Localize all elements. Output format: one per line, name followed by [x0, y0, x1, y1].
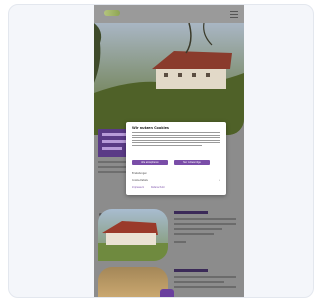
privacy-link[interactable]: Datenschutz: [151, 186, 165, 189]
reject-button[interactable]: Nur notwendige: [174, 160, 210, 165]
settings-label: Einstellungen: [132, 172, 147, 175]
accept-all-button[interactable]: Alle akzeptieren: [132, 160, 168, 165]
hamburger-menu-icon[interactable]: [230, 11, 238, 18]
dialog-body-text: [132, 132, 220, 148]
cookie-details-label: Cookie-Details: [132, 179, 148, 182]
teaser-text-2: [174, 269, 236, 291]
settings-row[interactable]: Einstellungen: [132, 172, 220, 175]
cookie-details-row[interactable]: Cookie-Details ›: [132, 178, 220, 182]
site-logo[interactable]: [104, 10, 120, 16]
dialog-footer-links: Impressum Datenschutz: [132, 186, 171, 189]
dialog-title: Wir nutzen Cookies: [132, 126, 169, 130]
site-header: [94, 5, 244, 23]
teaser-image-interior: [98, 267, 168, 297]
cookie-consent-dialog: Wir nutzen Cookies Alle akzeptieren Nur …: [126, 122, 226, 195]
teaser-text-1: [174, 211, 236, 246]
teaser-image-house: [98, 209, 168, 261]
chevron-right-icon: ›: [218, 178, 220, 182]
imprint-link[interactable]: Impressum: [132, 186, 144, 189]
screenshot-card: Wir nutzen Cookies Alle akzeptieren Nur …: [8, 4, 314, 298]
hero-image: [94, 23, 244, 135]
chat-icon[interactable]: [160, 289, 174, 297]
